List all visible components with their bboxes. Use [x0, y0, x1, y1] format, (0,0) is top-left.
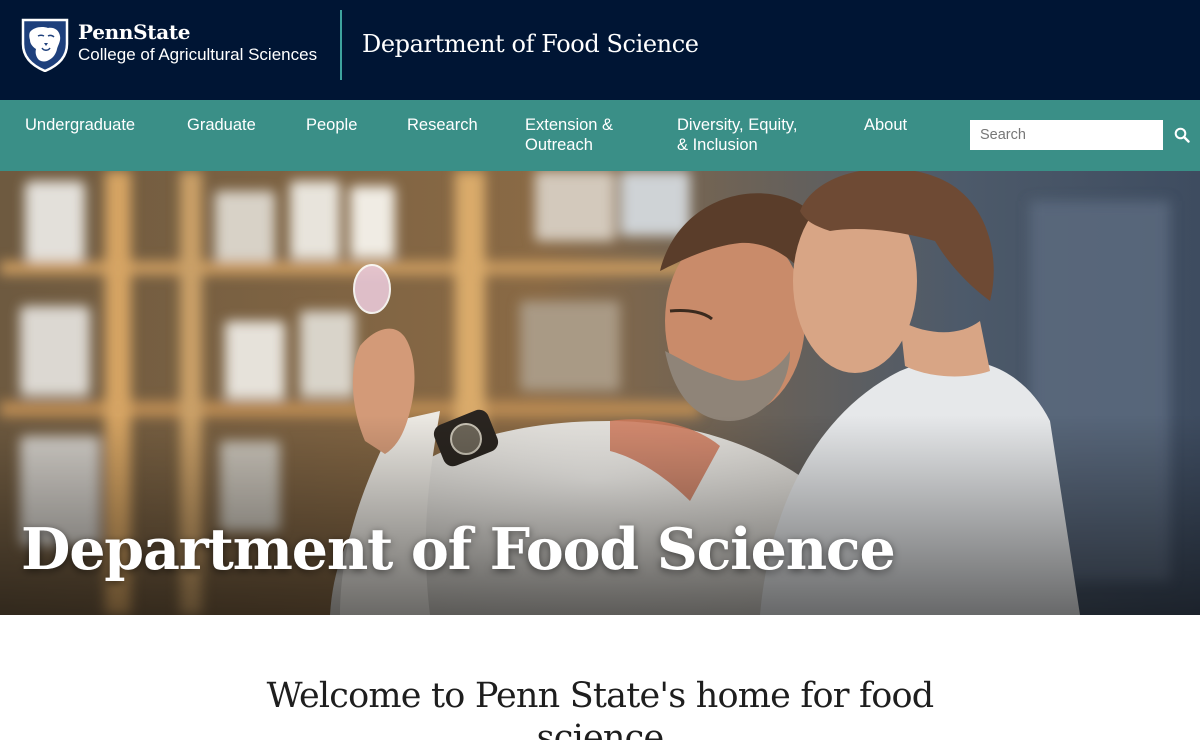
search-button[interactable]	[1163, 120, 1200, 150]
nittany-lion-shield-icon	[21, 18, 69, 72]
intro-heading: Welcome to Penn State's home for food sc…	[266, 676, 935, 740]
nav-item-about[interactable]: About	[864, 115, 907, 135]
nav-item-diversity-equity-inclusion[interactable]: Diversity, Equity, & Inclusion	[677, 115, 797, 155]
nav-item-people[interactable]: People	[306, 115, 357, 135]
nav-item-extension-outreach[interactable]: Extension & Outreach	[525, 115, 613, 155]
college-wordmark: PennState College of Agricultural Scienc…	[78, 21, 338, 66]
search-input[interactable]	[970, 120, 1163, 150]
hero-title: Department of Food Science	[21, 516, 896, 583]
hero-banner: Department of Food Science	[0, 171, 1200, 615]
nav-item-graduate[interactable]: Graduate	[187, 115, 256, 135]
nav-item-undergraduate[interactable]: Undergraduate	[25, 115, 135, 135]
department-title-link[interactable]: Department of Food Science	[362, 28, 699, 60]
nav-item-research[interactable]: Research	[407, 115, 478, 135]
site-header: PennState College of Agricultural Scienc…	[0, 0, 1200, 100]
search-icon	[1174, 127, 1190, 143]
intro-section: Welcome to Penn State's home for food sc…	[0, 615, 1200, 740]
main-navigation: Undergraduate Graduate People Research E…	[0, 100, 1200, 171]
university-name: PennState	[78, 20, 191, 44]
search-form	[970, 120, 1200, 150]
header-divider	[340, 10, 342, 80]
college-name: College of Agricultural Sciences	[78, 45, 318, 64]
